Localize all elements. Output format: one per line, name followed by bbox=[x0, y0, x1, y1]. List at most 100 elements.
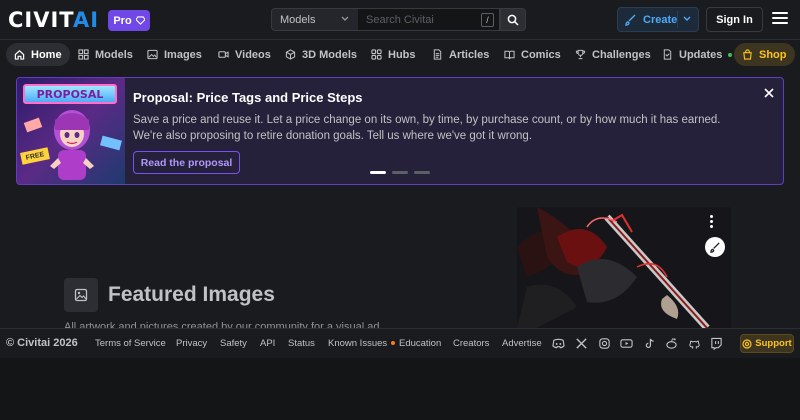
footer-link-status[interactable]: Status bbox=[288, 338, 315, 349]
nav-label: Images bbox=[164, 48, 202, 61]
search-button[interactable] bbox=[500, 8, 526, 31]
nav-label: Comics bbox=[521, 48, 561, 61]
banner-free-tag: FREE bbox=[20, 147, 50, 165]
nav-item-comics[interactable]: Comics bbox=[496, 43, 569, 66]
logo-accent-text: AI bbox=[73, 8, 100, 32]
github-icon[interactable] bbox=[688, 337, 701, 350]
home-icon bbox=[14, 49, 25, 60]
brush-icon bbox=[625, 14, 637, 26]
banner-title: Proposal: Price Tags and Price Steps bbox=[133, 90, 363, 105]
featured-image-card[interactable] bbox=[517, 207, 731, 328]
carousel-indicators bbox=[370, 171, 430, 174]
nav-item-hubs[interactable]: Hubs bbox=[363, 43, 424, 66]
nav-label: Updates bbox=[679, 48, 723, 61]
support-button[interactable]: Support bbox=[740, 334, 794, 353]
banner-text: Save a price and reuse it. Let a price c… bbox=[133, 114, 721, 142]
nav-label: Shop bbox=[759, 48, 787, 61]
search-scope-value: Models bbox=[280, 13, 316, 26]
search-icon bbox=[507, 14, 519, 26]
carousel-dot[interactable] bbox=[392, 171, 408, 174]
nav-label: Challenges bbox=[592, 48, 651, 61]
reddit-icon[interactable] bbox=[665, 337, 678, 350]
new-update-dot bbox=[728, 52, 733, 57]
nav-label: Home bbox=[31, 48, 62, 61]
anime-character-illustration bbox=[50, 110, 94, 180]
featured-image-artwork bbox=[517, 207, 731, 328]
nav-item-challenges[interactable]: Challenges bbox=[567, 43, 659, 66]
sign-in-button[interactable]: Sign In bbox=[706, 7, 763, 32]
nav-item-home[interactable]: Home bbox=[6, 43, 70, 66]
nav-label: Videos bbox=[235, 48, 271, 61]
close-icon[interactable] bbox=[763, 86, 775, 98]
nav-label: Hubs bbox=[388, 48, 416, 61]
image-icon bbox=[147, 49, 158, 60]
video-icon bbox=[218, 49, 229, 60]
more-options-icon[interactable] bbox=[710, 215, 714, 229]
footer-link-label: Known Issues bbox=[328, 338, 388, 349]
civitai-logo[interactable]: CIVITAI bbox=[8, 8, 100, 32]
issues-indicator-dot bbox=[391, 341, 396, 346]
main-nav: Home Models Images Videos 3D Models Hubs… bbox=[0, 41, 800, 69]
hub-icon bbox=[371, 49, 382, 60]
create-button[interactable]: Create bbox=[617, 7, 699, 32]
create-label: Create bbox=[643, 13, 678, 26]
nav-item-shop[interactable]: Shop bbox=[734, 43, 795, 66]
site-footer: © Civitai 2026 Terms of Service Privacy … bbox=[0, 328, 800, 358]
x-icon[interactable] bbox=[575, 337, 588, 350]
footer-copyright: © Civitai 2026 bbox=[6, 337, 78, 349]
footer-link-creators[interactable]: Creators bbox=[453, 338, 489, 349]
nav-item-images[interactable]: Images bbox=[139, 43, 210, 66]
book-icon bbox=[504, 49, 515, 60]
nav-item-videos[interactable]: Videos bbox=[210, 43, 279, 66]
cube-icon bbox=[285, 49, 296, 60]
footer-link-safety[interactable]: Safety bbox=[220, 338, 247, 349]
read-proposal-button[interactable]: Read the proposal bbox=[133, 151, 240, 174]
search-hotkey-badge: / bbox=[481, 13, 494, 27]
support-label: Support bbox=[755, 338, 792, 349]
search-placeholder: Search Civitai bbox=[366, 13, 434, 26]
footer-link-privacy[interactable]: Privacy bbox=[176, 338, 207, 349]
shop-icon bbox=[742, 49, 753, 60]
logo-main-text: CIVIT bbox=[8, 8, 73, 32]
footer-link-education[interactable]: Education bbox=[399, 338, 441, 349]
footer-link-advertise[interactable]: Advertise bbox=[502, 338, 542, 349]
youtube-icon[interactable] bbox=[620, 337, 633, 350]
nav-item-models[interactable]: Models bbox=[70, 43, 141, 66]
hamburger-menu-icon[interactable] bbox=[772, 12, 788, 26]
search-scope-select[interactable]: Models bbox=[271, 8, 359, 31]
updates-icon bbox=[662, 49, 673, 60]
nav-item-articles[interactable]: Articles bbox=[424, 43, 497, 66]
footer-link-known-issues[interactable]: Known Issues bbox=[328, 338, 396, 349]
tiktok-icon[interactable] bbox=[643, 337, 656, 350]
remix-icon[interactable] bbox=[705, 237, 725, 257]
search-input[interactable]: Search Civitai / bbox=[358, 8, 500, 31]
chevron-down-icon bbox=[340, 14, 350, 24]
lifebuoy-icon bbox=[742, 338, 752, 349]
trophy-icon bbox=[575, 49, 586, 60]
empty-page-area bbox=[0, 358, 800, 420]
featured-section-title: Featured Images bbox=[108, 283, 275, 306]
pro-button[interactable]: Pro bbox=[108, 10, 150, 31]
nav-item-updates[interactable]: Updates bbox=[654, 43, 740, 66]
nav-label: 3D Models bbox=[302, 48, 358, 61]
article-icon bbox=[432, 49, 443, 60]
featured-image-icon bbox=[64, 278, 98, 312]
grid-icon bbox=[78, 49, 89, 60]
nav-label: Articles bbox=[449, 48, 490, 61]
footer-link-api[interactable]: API bbox=[260, 338, 275, 349]
discord-icon[interactable] bbox=[552, 337, 565, 350]
banner-illustration: PROPOSAL FREE bbox=[17, 78, 125, 184]
instagram-icon[interactable] bbox=[598, 337, 611, 350]
carousel-dot[interactable] bbox=[414, 171, 430, 174]
footer-link-terms[interactable]: Terms of Service bbox=[95, 338, 166, 349]
carousel-dot[interactable] bbox=[370, 171, 386, 174]
chevron-down-icon[interactable] bbox=[682, 14, 692, 24]
pro-label: Pro bbox=[113, 14, 132, 27]
banner-image-label: PROPOSAL bbox=[23, 84, 117, 104]
nav-item-3d-models[interactable]: 3D Models bbox=[277, 43, 365, 66]
nav-label: Models bbox=[95, 48, 133, 61]
top-header: CIVITAI Pro Models Search Civitai / Crea… bbox=[0, 0, 800, 40]
diamond-icon bbox=[135, 16, 145, 25]
twitch-icon[interactable] bbox=[710, 337, 723, 351]
announcement-banner: PROPOSAL FREE Proposal: Price Tags and P… bbox=[16, 77, 784, 185]
